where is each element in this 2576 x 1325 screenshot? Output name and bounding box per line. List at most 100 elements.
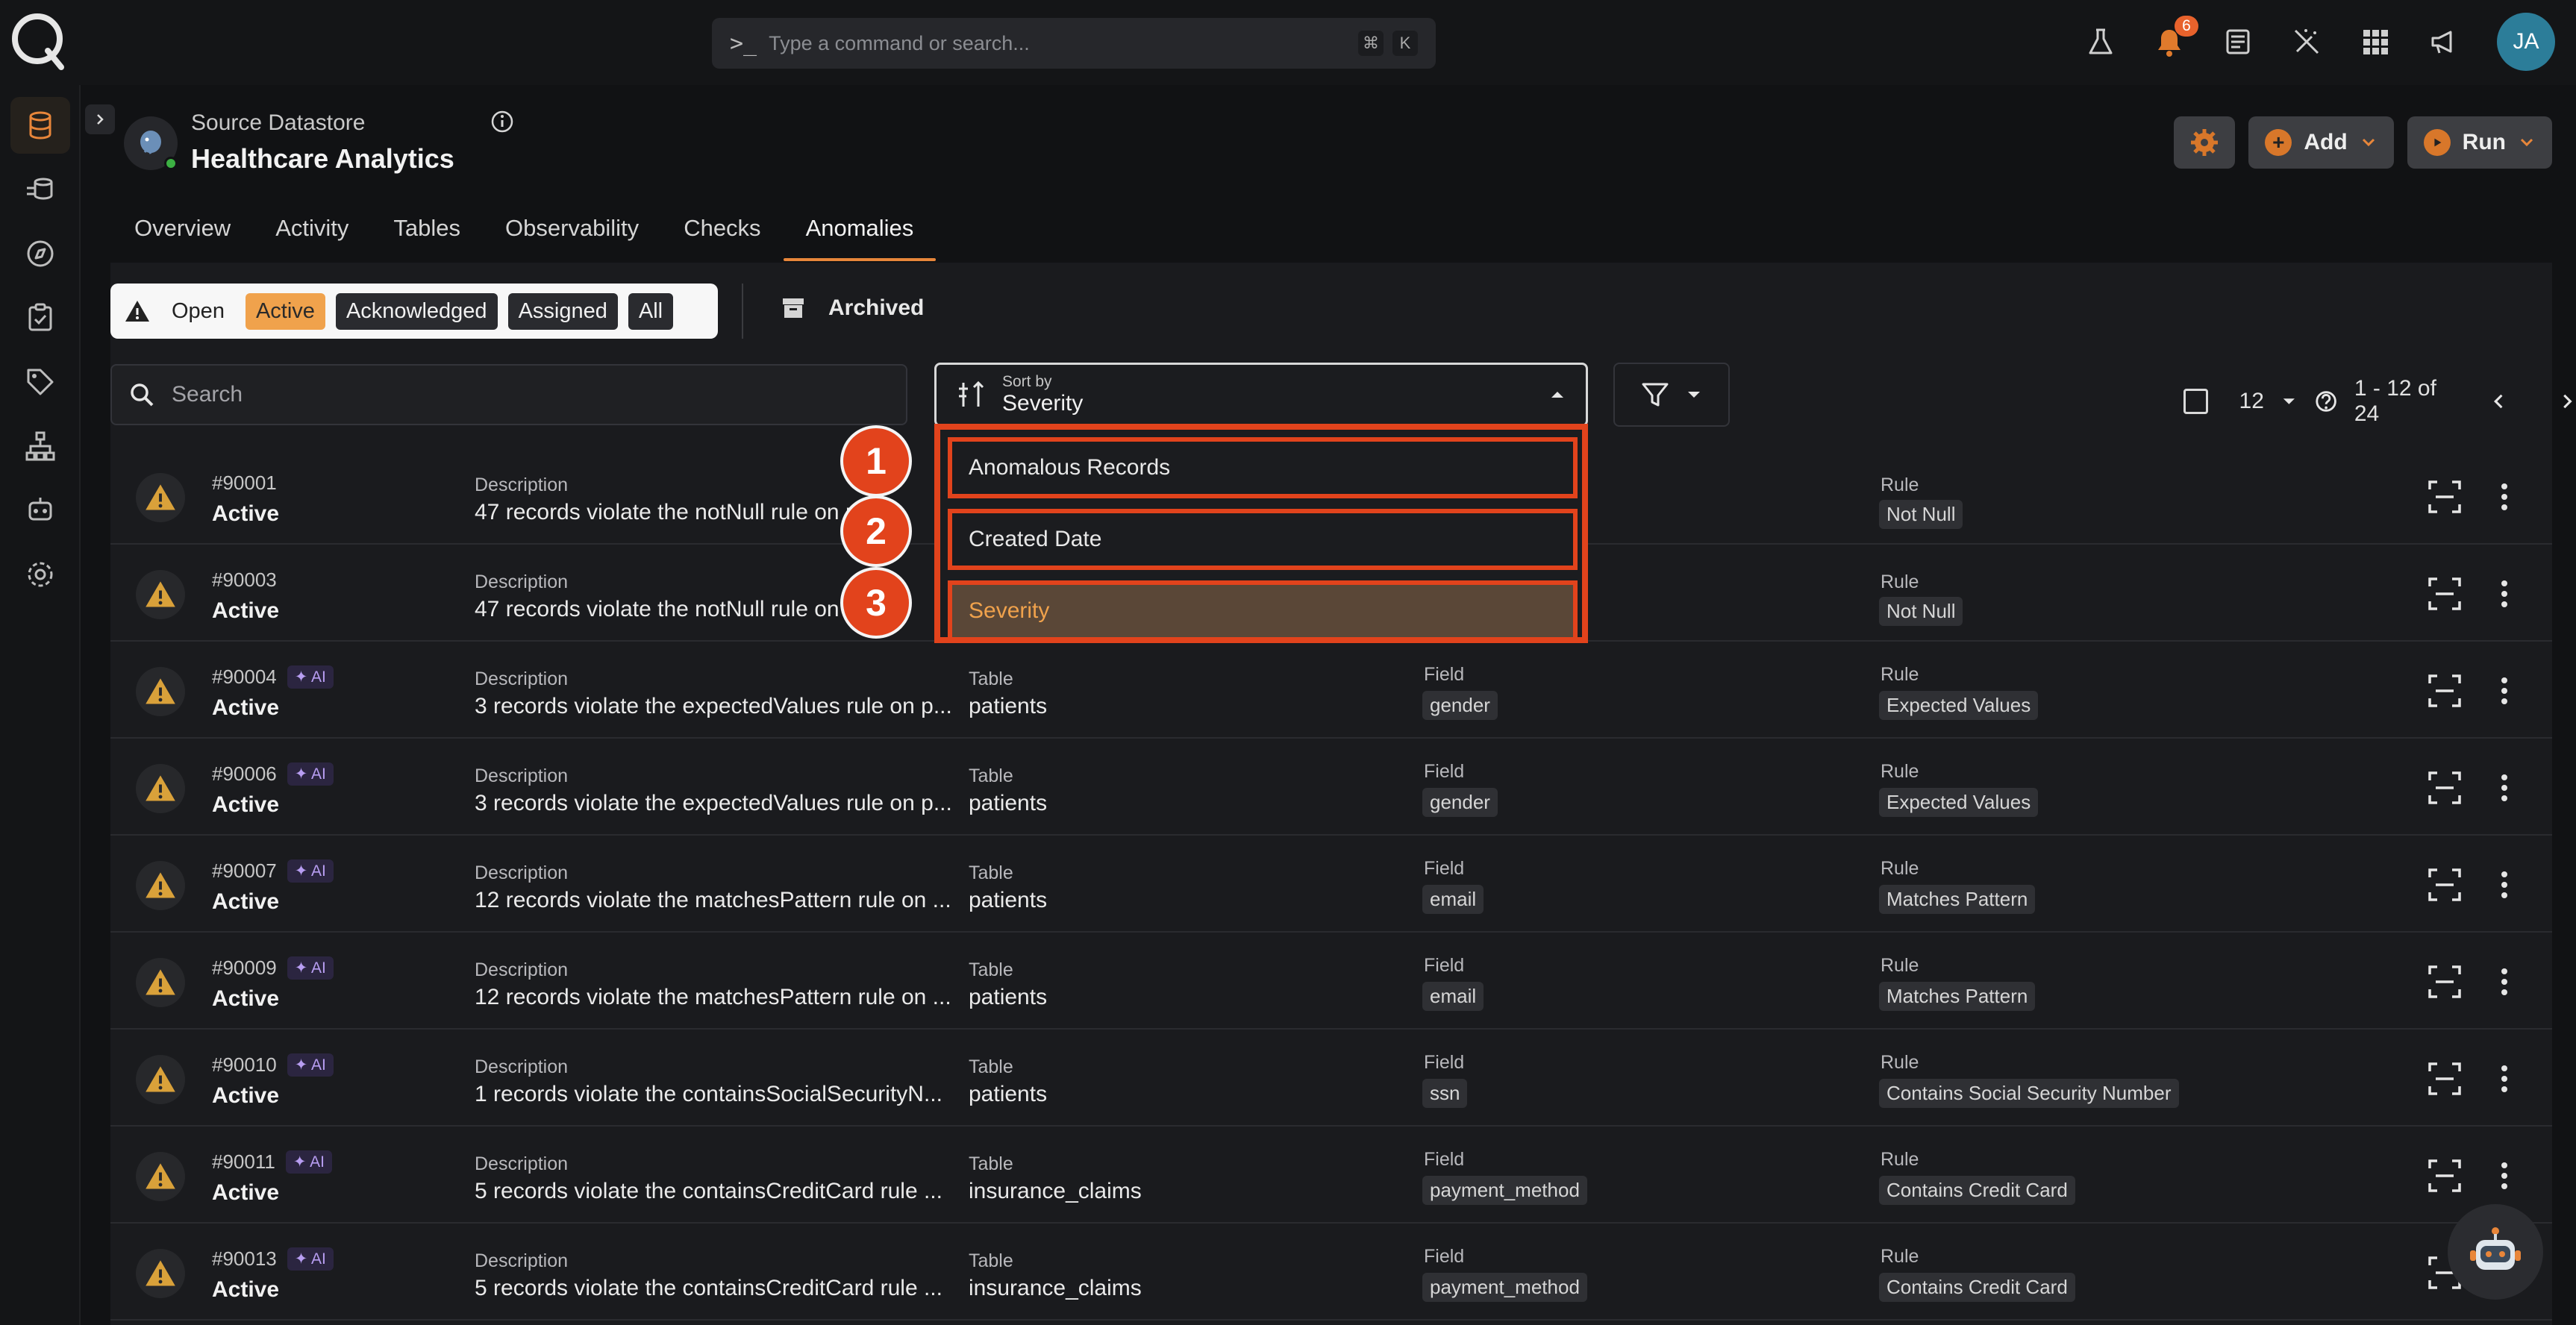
anomaly-id[interactable]: #90011 ✦ AI [212,1150,332,1174]
filter-button[interactable] [1613,363,1730,427]
table-row[interactable]: #90010 ✦ AI Active Description 1 records vio… [110,1031,2552,1127]
table-row[interactable]: #90011 ✦ AI Active Description 5 records vio… [110,1128,2552,1224]
anomaly-table: patients [969,694,1048,718]
tag-nav-icon[interactable] [10,354,70,410]
compass-nav-icon[interactable] [10,225,70,282]
command-search-bar[interactable]: >_ Type a command or search... ⌘ K [712,18,1436,69]
table-row[interactable]: #90006 ✦ AI Active Description 3 records vio… [110,740,2552,836]
anomaly-id[interactable]: #90010 ✦ AI [212,1053,334,1077]
status-active[interactable]: Active [245,292,325,330]
checklist-nav-icon[interactable] [10,289,70,346]
user-avatar[interactable]: JA [2497,13,2555,71]
sort-icon [959,380,984,407]
expand-details-icon[interactable] [2427,576,2463,612]
settings-gear-nav-icon[interactable] [10,546,70,603]
flask-icon[interactable] [2085,26,2116,57]
description-label: Description [475,1250,569,1271]
sort-by-select[interactable]: Sort by Severity [934,363,1588,427]
sort-option-severity[interactable]: Severity [948,580,1578,642]
ai-badge: ✦ AI [287,956,334,980]
anomaly-status: Active [212,889,280,914]
sort-option-anomalous-records[interactable]: Anomalous Records [948,437,1578,498]
datastore-nav-icon[interactable] [10,97,70,154]
more-options-kebab-icon[interactable] [2495,1158,2513,1194]
notifications-bell-icon[interactable]: 6 [2154,16,2198,57]
anomaly-id[interactable]: #90007 ✦ AI [212,859,334,883]
tab-overview[interactable]: Overview [112,207,253,261]
more-options-kebab-icon[interactable] [2495,576,2513,612]
anomaly-id[interactable]: #90013 ✦ AI [212,1247,334,1271]
info-icon[interactable] [490,109,515,134]
apps-grid-icon[interactable] [2360,26,2391,57]
robot-nav-icon[interactable] [10,482,70,539]
expand-details-icon[interactable] [2427,1061,2463,1097]
table-label: Table [969,1056,1013,1077]
app-logo-icon[interactable] [10,12,66,70]
archived-label: Archived [828,295,925,320]
tab-activity[interactable]: Activity [253,207,371,261]
document-icon[interactable] [2222,26,2254,57]
expand-details-icon[interactable] [2427,479,2463,515]
more-options-kebab-icon[interactable] [2495,673,2513,709]
search-input[interactable]: Search [110,364,907,425]
expand-details-icon[interactable] [2427,964,2463,1000]
anomaly-id[interactable]: #90004 ✦ AI [212,665,334,689]
status-acknowledged[interactable]: Acknowledged [335,292,498,330]
warning-icon [125,301,149,322]
expand-details-icon[interactable] [2427,867,2463,903]
data-flow-nav-icon[interactable] [10,161,70,218]
status-assigned[interactable]: Assigned [507,292,618,330]
more-options-kebab-icon[interactable] [2495,964,2513,1000]
expand-details-icon[interactable] [2427,1158,2463,1194]
previous-page-icon[interactable] [2490,392,2509,411]
anomaly-rule-tag: Contains Credit Card [1879,1273,2075,1302]
datastore-type-label: Source Datastore [191,110,366,135]
caret-down-icon [1688,392,1700,398]
megaphone-icon[interactable] [2428,26,2460,57]
tab-anomalies[interactable]: Anomalies [783,207,937,261]
datastore-tabs: Overview Activity Tables Observability C… [112,207,937,261]
assistant-bot-button[interactable] [2448,1204,2543,1300]
sort-option-created-date[interactable]: Created Date [948,509,1578,570]
more-options-kebab-icon[interactable] [2495,479,2513,515]
expand-sidebar-button[interactable] [85,104,115,134]
anomaly-rule-tag: Expected Values [1879,691,2039,720]
next-page-icon[interactable] [2557,392,2576,411]
rule-label: Rule [1881,664,1919,685]
page-size-caret-icon[interactable] [2280,392,2298,410]
more-options-kebab-icon[interactable] [2495,770,2513,806]
datastore-settings-button[interactable] [2174,116,2236,169]
expand-details-icon[interactable] [2427,673,2463,709]
pagination: 12 1 - 12 of 24 [2183,376,2576,427]
table-row[interactable]: #90009 ✦ AI Active Description 12 records vi… [110,934,2552,1030]
magic-wand-off-icon[interactable] [2291,26,2322,57]
status-open[interactable]: Open [161,293,235,330]
severity-warning-icon [136,473,185,522]
anomaly-id[interactable]: #90001 [212,472,277,495]
run-button[interactable]: Run [2407,116,2552,169]
anomaly-rule-tag: Not Null [1879,597,1963,626]
table-row[interactable]: #90007 ✦ AI Active Description 12 records vi… [110,837,2552,933]
anomaly-field-tag: payment_method [1422,1273,1587,1302]
anomaly-id[interactable]: #90003 [212,568,277,592]
tab-tables[interactable]: Tables [371,207,483,261]
tab-checks[interactable]: Checks [661,207,783,261]
expand-details-icon[interactable] [2427,770,2463,806]
status-all[interactable]: All [628,292,674,330]
anomaly-id[interactable]: #90006 ✦ AI [212,762,334,786]
anomaly-status: Active [212,1277,280,1302]
tab-observability[interactable]: Observability [483,207,661,261]
add-button[interactable]: + Add [2248,116,2394,169]
select-all-checkbox[interactable] [2183,389,2208,414]
anomaly-id-text: #90010 [212,1053,277,1076]
help-icon[interactable] [2314,389,2338,414]
page-size-value[interactable]: 12 [2239,389,2264,414]
hierarchy-nav-icon[interactable] [10,418,70,474]
anomaly-id[interactable]: #90009 ✦ AI [212,956,334,980]
more-options-kebab-icon[interactable] [2495,867,2513,903]
archived-filter[interactable]: Archived [781,295,924,321]
table-row[interactable]: #90004 ✦ AI Active Description 3 records vio… [110,643,2552,739]
table-row[interactable]: #90013 ✦ AI Active Description 5 records vio… [110,1225,2552,1321]
sort-by-label: Sort by [1002,373,1052,390]
more-options-kebab-icon[interactable] [2495,1061,2513,1097]
